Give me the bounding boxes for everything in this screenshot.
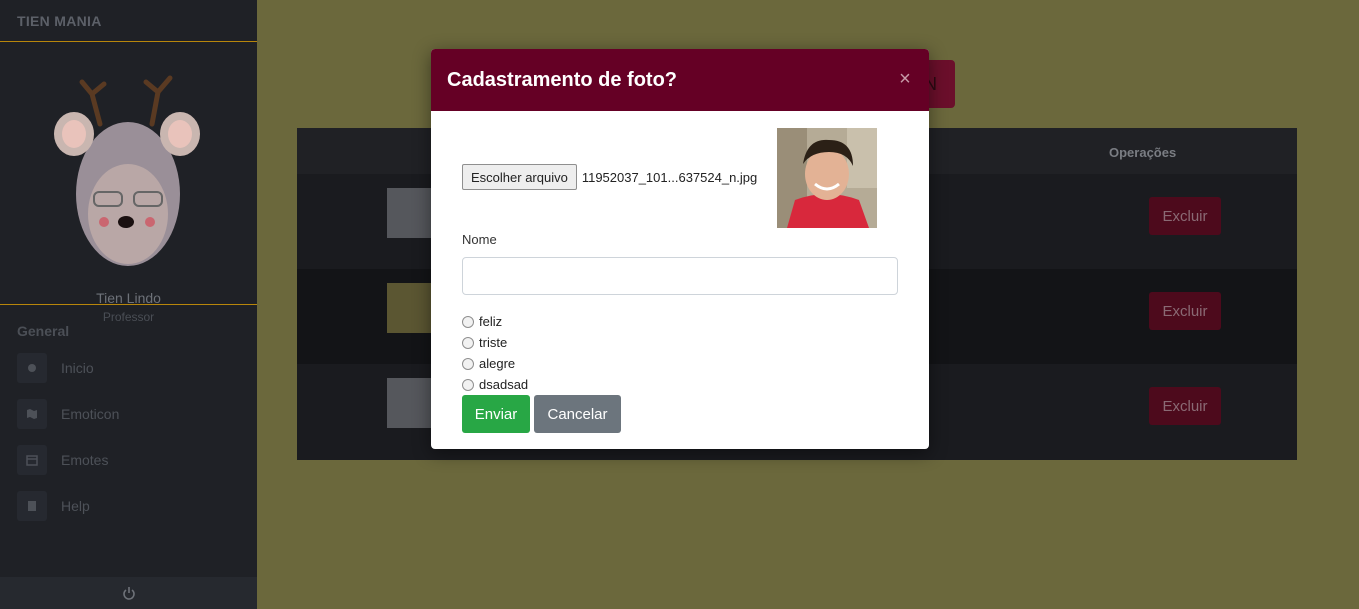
sidebar-item-label: Emotes: [61, 452, 109, 468]
radio-option-feliz[interactable]: feliz: [462, 314, 502, 329]
row-thumbnail: [387, 283, 433, 333]
sidebar-item-inicio[interactable]: Inicio: [17, 353, 94, 383]
radio-label: alegre: [479, 356, 516, 371]
power-icon: [122, 587, 135, 600]
profile-panel: Tien Lindo Professor: [0, 42, 257, 324]
sidebar-item-label: Inicio: [61, 360, 94, 376]
radio-option-triste[interactable]: triste: [462, 335, 507, 350]
profile-name: Tien Lindo: [96, 290, 161, 306]
profile-role: Professor: [102, 310, 155, 324]
close-icon[interactable]: ×: [897, 69, 913, 89]
row-thumbnail: [387, 188, 433, 238]
radio-button[interactable]: [462, 378, 474, 391]
radio-option-dsadsad[interactable]: dsadsad: [462, 377, 528, 392]
avatar: [52, 64, 204, 276]
sidebar: TIEN MANIA Tien Lindo Professor General …: [0, 0, 257, 609]
name-field-label: Nome: [462, 232, 497, 247]
delete-button[interactable]: Excluir: [1149, 387, 1221, 425]
name-input[interactable]: [462, 257, 898, 295]
photo-preview: [777, 128, 877, 228]
choose-file-button[interactable]: Escolher arquivo: [462, 164, 577, 190]
nav-section-title: General: [17, 323, 70, 339]
circle-icon: [17, 353, 47, 383]
radio-label: triste: [479, 335, 508, 350]
sidebar-item-label: Emoticon: [61, 406, 120, 422]
brand-title: TIEN MANIA: [0, 0, 257, 42]
sidebar-item-emotes[interactable]: Emotes: [17, 445, 108, 475]
column-header-operations: Operações: [1109, 145, 1177, 160]
sidebar-item-label: Help: [61, 498, 90, 514]
calendar-icon: [17, 445, 47, 475]
radio-button[interactable]: [462, 357, 474, 370]
delete-button[interactable]: Excluir: [1149, 292, 1221, 330]
row-thumbnail: [387, 378, 433, 428]
send-button[interactable]: Enviar: [462, 395, 530, 433]
radio-option-alegre[interactable]: alegre: [462, 356, 515, 371]
radio-label: feliz: [479, 314, 503, 329]
sidebar-item-help[interactable]: Help: [17, 491, 90, 521]
modal-header: Cadastramento de foto? ×: [431, 49, 929, 111]
photo-upload-modal: Cadastramento de foto? × Escolher arquiv…: [431, 49, 929, 449]
file-picker: Escolher arquivo 11952037_101...637524_n…: [462, 164, 757, 190]
book-icon: [17, 491, 47, 521]
sidebar-item-emoticon[interactable]: Emoticon: [17, 399, 119, 429]
logout-button[interactable]: [0, 577, 257, 609]
radio-label: dsadsad: [479, 377, 529, 392]
cancel-button[interactable]: Cancelar: [534, 395, 621, 433]
modal-title: Cadastramento de foto?: [447, 68, 678, 91]
map-icon: [17, 399, 47, 429]
selected-file-name: 11952037_101...637524_n.jpg: [581, 169, 758, 185]
radio-button[interactable]: [462, 315, 474, 328]
delete-button[interactable]: Excluir: [1149, 197, 1221, 235]
radio-button[interactable]: [462, 336, 474, 349]
